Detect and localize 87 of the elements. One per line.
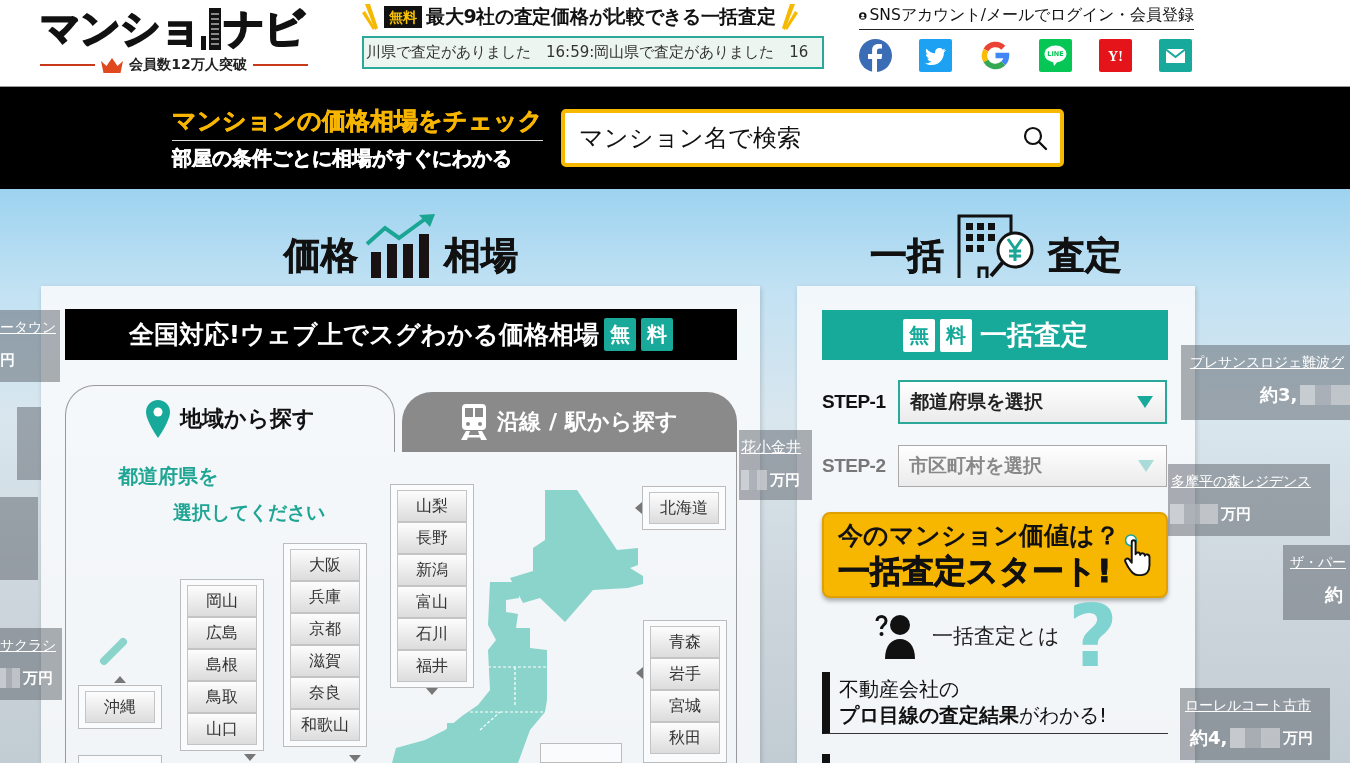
prefecture-button[interactable]: 富山 <box>397 586 467 618</box>
logo-text[interactable]: マンショ <box>40 6 200 50</box>
assessment-ticker: 川県で査定がありました 16:59:岡山県で査定がありました 16 <box>362 36 824 69</box>
prefecture-button[interactable]: 長野 <box>397 522 467 554</box>
prefecture-button[interactable]: 秋田 <box>650 722 720 754</box>
select-prefecture-prompt: 都道府県を 選択してください <box>118 463 325 525</box>
prefecture-button[interactable]: 岩手 <box>650 658 720 690</box>
twitter-icon[interactable] <box>919 39 952 72</box>
price-unit: 万円 <box>770 470 800 491</box>
train-icon <box>461 404 488 440</box>
section-heading: 査定 <box>1048 234 1122 278</box>
triangle-pointer-icon <box>426 688 438 695</box>
building-icon <box>201 8 221 50</box>
prefecture-button[interactable]: 兵庫 <box>290 581 360 613</box>
spark-icon <box>779 4 798 30</box>
prefecture-button[interactable]: 石川 <box>397 618 467 650</box>
logo-text[interactable]: ナビ <box>224 6 304 50</box>
prefecture-button[interactable]: 奈良 <box>290 677 360 709</box>
prefecture-button[interactable]: 新潟 <box>397 554 467 586</box>
prefecture-button[interactable]: 北海道 <box>649 492 719 524</box>
prefecture-button[interactable]: 青森 <box>650 626 720 658</box>
triangle-pointer-icon <box>244 754 256 761</box>
pixelated-block <box>1230 728 1281 748</box>
pixelated-block <box>0 668 20 688</box>
prefecture-button[interactable]: 山口 <box>187 713 257 745</box>
dropdown-triangle-icon <box>1137 396 1153 408</box>
prefecture-button[interactable]: 沖縄 <box>85 691 155 723</box>
triangle-pointer-icon <box>114 676 126 683</box>
search-field[interactable]: マンション名で検索 <box>561 109 1064 167</box>
prefecture-button[interactable]: 滋賀 <box>290 645 360 677</box>
dropdown-triangle-icon <box>1138 460 1154 472</box>
prefecture-button[interactable]: 鳥取 <box>187 681 257 713</box>
price-unit: 万円 <box>1221 504 1251 525</box>
bar-chart-icon <box>364 214 437 278</box>
banner-title: 全国対応!ウェブ上でスグわかる価格相場 <box>128 319 600 351</box>
prefecture-button[interactable]: 大阪 <box>290 549 360 581</box>
pixelated-block <box>1170 504 1218 524</box>
crown-icon <box>101 57 124 73</box>
triangle-pointer-icon <box>635 502 642 514</box>
search-tab[interactable]: 地域から探す <box>65 385 395 452</box>
mail-icon[interactable] <box>1159 39 1192 72</box>
banner-title: 一括査定 <box>979 318 1088 352</box>
person-question-icon <box>875 613 915 659</box>
price-text: 約 <box>1325 584 1343 606</box>
free-badge: 料 <box>939 318 972 352</box>
google-icon[interactable] <box>979 39 1012 72</box>
map-pin-icon <box>145 400 170 438</box>
step-label: STEP-1 <box>822 391 887 413</box>
prefecture-select[interactable]: 都道府県を選択 <box>898 380 1167 424</box>
prefecture-button[interactable]: 和歌山 <box>290 709 360 741</box>
question-mark: ? <box>1068 600 1118 672</box>
start-assessment-button[interactable]: 今のマンション価値は？ 一括査定スタート! <box>822 512 1168 598</box>
spark-icon <box>362 4 380 30</box>
price-text: 約3, <box>1260 384 1298 406</box>
prefecture-button[interactable]: 岡山 <box>187 585 257 617</box>
free-badge: 無 <box>604 318 637 351</box>
free-badge: 無料 <box>384 6 422 28</box>
promo-text: 最大9社の査定価格が比較できる一括査定 <box>426 4 776 29</box>
pixelated-block <box>741 470 767 490</box>
triangle-pointer-icon <box>349 755 361 762</box>
prefecture-button[interactable]: 広島 <box>187 617 257 649</box>
prefecture-button[interactable]: 京都 <box>290 613 360 645</box>
facebook-icon[interactable] <box>859 39 892 72</box>
prefecture-button[interactable]: 福井 <box>397 650 467 682</box>
prefecture-button[interactable]: 宮城 <box>650 690 720 722</box>
search-icon[interactable] <box>1022 125 1048 151</box>
free-badge: 無 <box>902 318 935 352</box>
price-text: 約4, <box>1190 727 1228 749</box>
section-heading: 価格 <box>283 234 358 278</box>
step-label: STEP-2 <box>822 455 887 477</box>
price-unit: 万円 <box>23 668 53 689</box>
yahoo-icon[interactable]: Y! <box>1099 39 1132 72</box>
login-link[interactable]: SNSアカウント/メールでログイン・会員登録 <box>859 4 1194 30</box>
section-heading: 相場 <box>443 234 518 278</box>
section-heading: 一括 <box>870 234 944 278</box>
member-count-tagline: 会員数12万人突破 <box>129 56 247 74</box>
subline: 部屋の条件ごとに相場がすぐにわかる <box>172 145 513 172</box>
feature-text: 不動産会社の プロ目線の査定結果がわかる! <box>822 672 1168 734</box>
prefecture-button[interactable]: 山梨 <box>397 490 467 522</box>
pixelated-block <box>1300 385 1350 405</box>
about-link[interactable]: 一括査定とは <box>932 622 1060 650</box>
price-unit: 万円 <box>1283 728 1314 749</box>
price-unit: 円 <box>0 350 15 371</box>
free-badge: 料 <box>641 318 674 351</box>
prefecture-button[interactable]: 島根 <box>187 649 257 681</box>
headline: マンションの価格相場をチェック <box>172 103 543 141</box>
triangle-pointer-icon <box>636 667 643 679</box>
